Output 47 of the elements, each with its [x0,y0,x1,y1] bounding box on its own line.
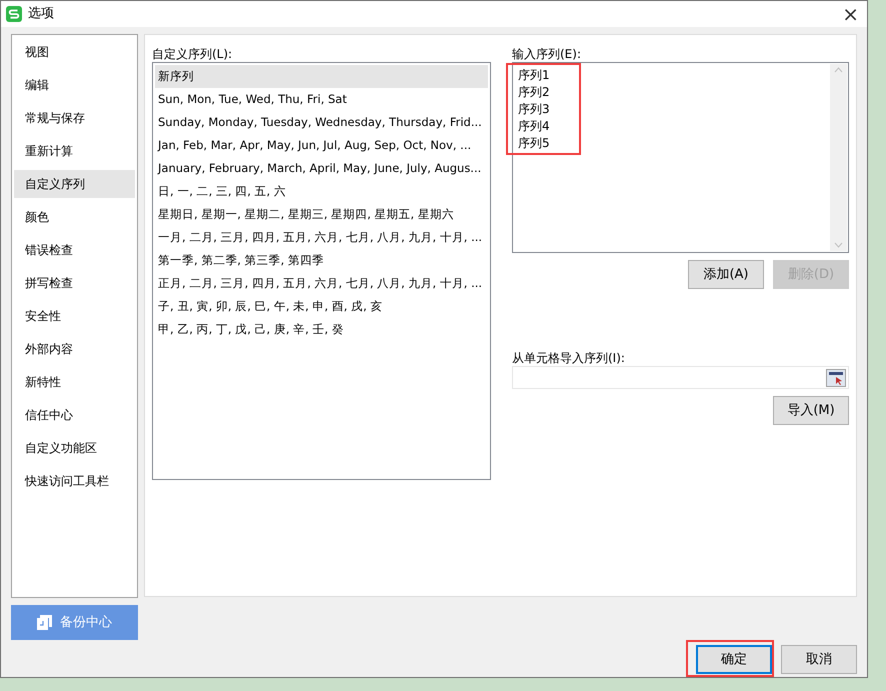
close-button[interactable]: × [842,4,859,24]
custom-list-item[interactable]: January, February, March, April, May, June, July, Augus... [155,157,488,180]
custom-list-item[interactable]: 一月, 二月, 三月, 四月, 五月, 六月, 七月, 八月, 九月, 十月, ... [155,226,488,249]
sidebar-item[interactable]: 颜色 [14,203,135,231]
custom-list-item[interactable]: 星期日, 星期一, 星期二, 星期三, 星期四, 星期五, 星期六 [155,203,488,226]
sidebar-item[interactable]: 新特性 [14,368,135,396]
custom-list-item[interactable]: Sunday, Monday, Tuesday, Wednesday, Thursday, Frid... [155,111,488,134]
dialog-button[interactable]: 导入(M) [773,396,849,425]
entry-line: 序列5 [518,135,551,152]
backup-icon [37,615,52,630]
import-label: 从单元格导入序列(I): [512,350,626,366]
custom-list-item[interactable]: 正月, 二月, 三月, 四月, 五月, 六月, 七月, 八月, 九月, 十月, ... [155,272,488,295]
sidebar-item[interactable]: 信任中心 [14,401,135,429]
sidebar-item[interactable]: 外部内容 [14,335,135,363]
sidebar-item[interactable]: 自定义序列 [14,170,135,198]
custom-list-item[interactable]: 日, 一, 二, 三, 四, 五, 六 [155,180,488,203]
sidebar-item[interactable]: 重新计算 [14,137,135,165]
sidebar-item[interactable]: 视图 [14,38,135,66]
entry-line: 序列4 [518,118,551,135]
import-range-field[interactable] [512,366,849,389]
dialog-button[interactable]: 确定 [696,645,772,674]
custom-list-item[interactable]: Sun, Mon, Tue, Wed, Thu, Fri, Sat [155,88,488,111]
custom-lists-label: 自定义序列(L): [152,46,234,62]
entries-label: 输入序列(E): [512,46,582,62]
custom-list-item[interactable]: 新序列 [155,65,488,88]
entry-line: 序列3 [518,101,551,118]
custom-list-item[interactable]: Jan, Feb, Mar, Apr, May, Jun, Jul, Aug, Sep, Oct, Nov, ... [155,134,488,157]
scrollbar[interactable] [830,64,847,251]
dialog-button[interactable]: 添加(A) [688,260,764,289]
dialog-button[interactable]: 取消 [781,645,857,674]
sidebar-item[interactable]: 错误检查 [14,236,135,264]
scroll-up-icon[interactable] [834,67,843,73]
custom-list-item[interactable]: 子, 丑, 寅, 卯, 辰, 巳, 午, 未, 申, 酉, 戌, 亥 [155,295,488,318]
window-title: 选项 [28,5,54,24]
app-logo-icon [6,6,22,22]
sidebar-item[interactable]: 常规与保存 [14,104,135,132]
custom-list-item[interactable]: 第一季, 第二季, 第三季, 第四季 [155,249,488,272]
entry-line: 序列2 [518,84,551,101]
custom-list-item[interactable]: 甲, 乙, 丙, 丁, 戊, 己, 庚, 辛, 壬, 癸 [155,318,488,341]
sidebar-item[interactable]: 安全性 [14,302,135,330]
sidebar-item[interactable]: 快速访问工具栏 [14,467,135,495]
sidebar-item[interactable]: 自定义功能区 [14,434,135,462]
scroll-down-icon[interactable] [834,242,843,248]
sidebar-item[interactable]: 拼写检查 [14,269,135,297]
sidebar-item[interactable]: 编辑 [14,71,135,99]
range-select-icon[interactable] [826,368,846,386]
entry-line: 序列1 [518,67,551,84]
